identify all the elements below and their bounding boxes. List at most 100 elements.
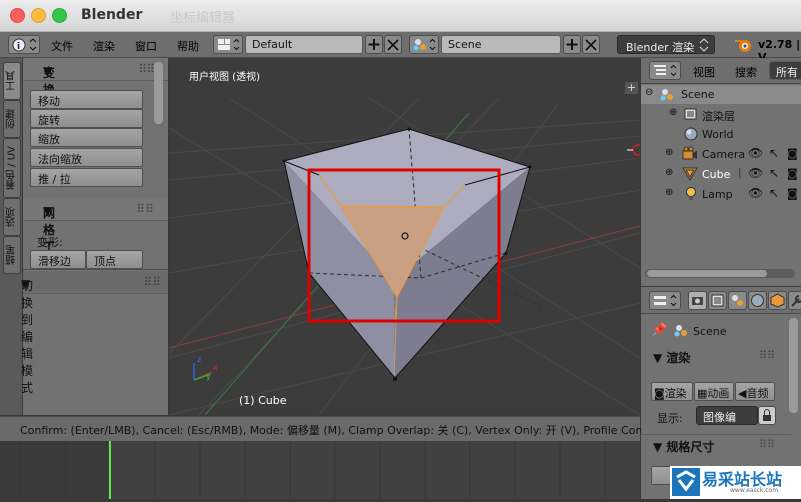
view-label: 用户视图 (透视): [189, 72, 260, 83]
outliner-label-render-layers: 渲染层: [702, 110, 735, 123]
render-engine-select[interactable]: Blender 渲染: [617, 35, 715, 54]
operator-panel-header[interactable]: ▼ 切换到编辑模式 ⠿⠿: [21, 271, 168, 395]
expand-toggle-icon[interactable]: ⊕: [665, 187, 673, 198]
modifier-context-tab[interactable]: [788, 291, 801, 310]
menu-render[interactable]: 渲染: [93, 38, 115, 54]
visibility-eye-icon[interactable]: 👁: [748, 146, 763, 160]
camera-icon: [682, 146, 697, 160]
outliner-search-menu[interactable]: 搜索: [735, 64, 757, 80]
expand-toggle-icon[interactable]: ⊕: [669, 107, 677, 118]
scene-field[interactable]: Scene: [441, 35, 561, 54]
outliner-row-cube[interactable]: ⊕ Cube | 👁 ↖ ◙: [641, 165, 801, 184]
tab-grease-pencil[interactable]: 蜡笔: [3, 236, 21, 274]
object-context-tab[interactable]: [768, 291, 787, 310]
render-panel-title: 渲染: [666, 351, 691, 365]
selectable-cursor-icon[interactable]: ↖: [769, 166, 779, 180]
outliner-editor-type-button[interactable]: [649, 61, 681, 80]
selectable-cursor-icon[interactable]: ↖: [769, 146, 779, 160]
display-mode-select[interactable]: 图像编: [696, 406, 758, 425]
add-layout-button[interactable]: [365, 35, 383, 54]
viewport-properties-toggle[interactable]: +: [625, 82, 638, 94]
move-button[interactable]: 移动: [30, 90, 143, 109]
minimize-window-button[interactable]: [31, 8, 46, 23]
outliner-filter-select[interactable]: 所有: [769, 61, 801, 80]
status-text: Confirm: (Enter/LMB), Cancel: (Esc/RMB),…: [20, 424, 698, 437]
rotate-button[interactable]: 旋转: [30, 109, 143, 128]
expand-toggle-icon[interactable]: ⊕: [665, 167, 673, 178]
x-icon: [585, 39, 597, 51]
vertex-slide-button[interactable]: 顶点: [86, 250, 143, 269]
drag-grip-icon[interactable]: ⠿⠿: [143, 275, 161, 289]
lock-interface-toggle[interactable]: [758, 406, 776, 425]
screen-layout-field[interactable]: Default: [245, 35, 363, 54]
shelf-scrollbar[interactable]: [154, 62, 163, 124]
render-camera-icon[interactable]: ◙: [787, 187, 798, 200]
timeline[interactable]: [0, 441, 640, 499]
push-pull-button[interactable]: 推 / 拉: [30, 168, 143, 187]
shrink-fatten-button[interactable]: 法向缩放: [30, 148, 143, 167]
outliner-row-render-layers[interactable]: ⊕ 渲染层: [641, 105, 801, 124]
transform-panel-header[interactable]: ▼ 变换 ⠿⠿: [23, 58, 168, 97]
drag-grip-icon[interactable]: ⠿⠿: [138, 62, 155, 76]
render-layers-context-tab[interactable]: [708, 291, 727, 310]
scene-menu[interactable]: [409, 35, 439, 54]
remove-scene-button[interactable]: [582, 35, 600, 54]
outliner-label-world: World: [702, 128, 734, 141]
menu-window[interactable]: 窗口: [135, 38, 157, 54]
axis-label-z: z: [197, 355, 202, 364]
properties-scrollbar[interactable]: [789, 318, 798, 413]
scene-icon: [732, 295, 743, 306]
tab-shading-uv[interactable]: 着色 / UV: [3, 138, 21, 198]
outliner-icon: [654, 64, 677, 77]
expand-toggle-icon[interactable]: ⊕: [665, 147, 673, 158]
menu-file[interactable]: 文件: [51, 38, 73, 54]
3d-cursor-icon: [627, 144, 640, 156]
selectable-cursor-icon[interactable]: ↖: [769, 186, 779, 200]
close-window-button[interactable]: [10, 8, 25, 23]
collapse-toggle-icon[interactable]: ⊖: [645, 87, 653, 98]
remove-layout-button[interactable]: [384, 35, 402, 54]
drag-grip-icon[interactable]: ⠿⠿: [759, 438, 775, 451]
tab-options[interactable]: 选项: [3, 198, 21, 236]
render-context-tab[interactable]: [688, 291, 707, 310]
mesh-tools-panel-header[interactable]: ▼ 网格工具 ⠿⠿: [23, 198, 168, 271]
tab-create[interactable]: 创建: [3, 100, 21, 138]
render-audio-button[interactable]: ◀音频: [735, 382, 775, 401]
outliner-row-lamp[interactable]: ⊕ Lamp 👁 ↖ ◙: [641, 185, 801, 204]
render-layers-icon: [711, 294, 724, 307]
properties-editor-type-button[interactable]: [649, 291, 681, 310]
row-separator: |: [738, 166, 742, 179]
outliner-hscrollbar[interactable]: [647, 270, 767, 277]
pin-icon[interactable]: 📌: [651, 323, 667, 338]
mesh-icon: [682, 167, 698, 181]
scene-context-tab[interactable]: [728, 291, 747, 310]
drag-grip-icon[interactable]: ⠿⠿: [759, 349, 775, 362]
outliner-row-world[interactable]: World: [641, 125, 801, 144]
dimensions-panel-header[interactable]: ▼ 规格尺寸 ⠿⠿: [641, 435, 791, 457]
world-icon: [684, 127, 698, 141]
outliner-view-menu[interactable]: 视图: [693, 64, 715, 80]
outliner-row-scene[interactable]: ⊖ Scene: [641, 85, 801, 104]
menu-help[interactable]: 帮助: [177, 38, 199, 54]
render-animation-button[interactable]: ▦动画: [694, 382, 734, 401]
drag-grip-icon[interactable]: ⠿⠿: [136, 202, 154, 216]
tab-tools[interactable]: 工具: [3, 62, 21, 100]
editor-type-button[interactable]: i: [8, 35, 40, 54]
window-title: Blender: [81, 7, 143, 23]
3d-viewport[interactable]: 用户视图 (透视) (1) Cube x y z +: [169, 58, 640, 415]
render-panel-header[interactable]: ▼ 渲染 ⠿⠿: [641, 346, 791, 368]
scale-button[interactable]: 缩放: [30, 128, 143, 147]
render-image-button[interactable]: ◙渲染: [651, 382, 693, 401]
scene-icon: [674, 325, 687, 337]
outliner-row-camera[interactable]: ⊕ Camera 👁 ↖ ◙: [641, 145, 801, 164]
render-camera-icon[interactable]: ◙: [787, 147, 798, 160]
zoom-window-button[interactable]: [52, 8, 67, 23]
screen-layout-menu[interactable]: [213, 35, 243, 54]
edge-slide-button[interactable]: 滑移边线: [30, 250, 86, 284]
visibility-eye-icon[interactable]: 👁: [748, 166, 763, 180]
render-camera-icon[interactable]: ◙: [787, 167, 798, 180]
world-context-tab[interactable]: [748, 291, 767, 310]
dimensions-panel-title: 规格尺寸: [666, 440, 715, 454]
visibility-eye-icon[interactable]: 👁: [748, 186, 763, 200]
add-scene-button[interactable]: [563, 35, 581, 54]
